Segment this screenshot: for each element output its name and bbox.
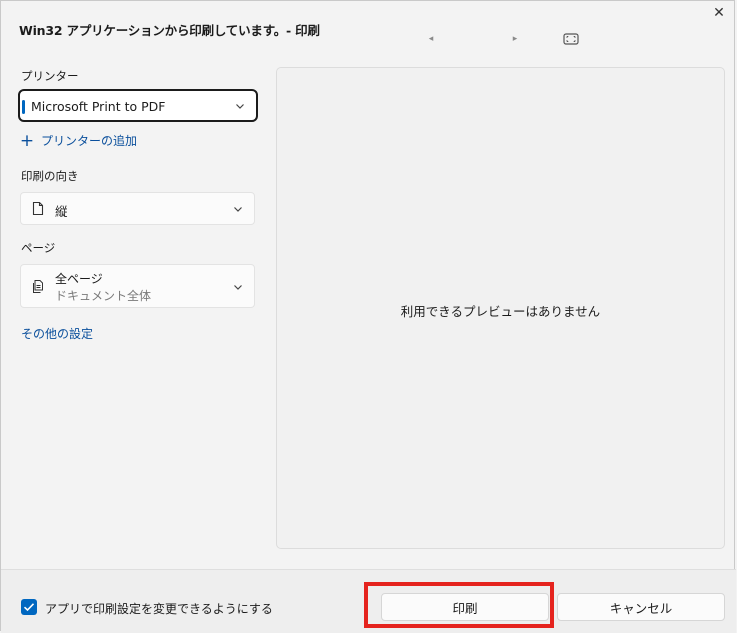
pages-description: ドキュメント全体: [55, 289, 152, 303]
checkmark-icon: [23, 603, 35, 612]
print-preview-area: 利用できるプレビューはありません: [276, 67, 725, 549]
cancel-button[interactable]: キャンセル: [557, 593, 725, 621]
add-printer-link[interactable]: + プリンターの追加: [19, 132, 137, 149]
more-settings-link[interactable]: その他の設定: [21, 325, 93, 342]
printer-selected: Microsoft Print to PDF: [31, 99, 166, 114]
no-preview-message: 利用できるプレビューはありません: [400, 304, 601, 319]
pages-label: ページ: [21, 241, 56, 255]
chevron-down-icon: [234, 207, 242, 212]
add-printer-label: プリンターの追加: [41, 134, 138, 148]
print-dialog: Win32 アプリケーションから印刷しています。- 印刷 ✕ ◂ ▸ プリンター…: [0, 0, 736, 633]
previous-page-button[interactable]: ◂: [425, 31, 437, 47]
pages-icon: [33, 280, 43, 293]
plus-icon: +: [19, 130, 35, 151]
chevron-right-icon: ▸: [512, 34, 518, 44]
dialog-title: Win32 アプリケーションから印刷しています。- 印刷: [19, 23, 320, 38]
orientation-label: 印刷の向き: [21, 169, 79, 183]
next-page-button[interactable]: ▸: [509, 31, 521, 47]
printer-label: プリンター: [21, 69, 79, 83]
pages-selected: 全ページ: [55, 272, 103, 286]
chevron-down-icon: [236, 104, 244, 109]
orientation-selected: 縦: [55, 204, 68, 219]
close-icon: ✕: [713, 5, 725, 21]
selection-indicator: [22, 100, 25, 114]
pages-dropdown[interactable]: 全ページ ドキュメント全体: [20, 264, 255, 308]
close-button[interactable]: ✕: [704, 1, 734, 25]
allow-app-settings-label: アプリで印刷設定を変更できるようにする: [45, 602, 273, 616]
printer-dropdown[interactable]: Microsoft Print to PDF: [18, 89, 258, 122]
print-button[interactable]: 印刷: [381, 593, 549, 621]
fit-to-window-icon: [563, 33, 579, 45]
orientation-dropdown[interactable]: 縦: [20, 192, 255, 225]
allow-app-settings-checkbox[interactable]: [21, 599, 37, 615]
chevron-down-icon: [234, 285, 242, 290]
chevron-left-icon: ◂: [428, 34, 434, 44]
dialog-footer: アプリで印刷設定を変更できるようにする 印刷 キャンセル: [1, 569, 736, 633]
fit-to-window-button[interactable]: [561, 31, 581, 47]
portrait-page-icon: [32, 201, 44, 216]
